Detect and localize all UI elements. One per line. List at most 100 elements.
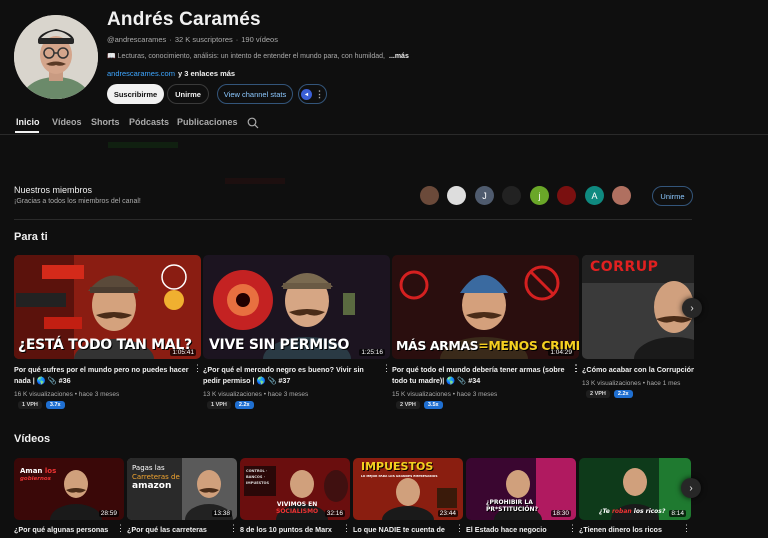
member-avatar[interactable]	[612, 186, 631, 205]
thumb-caption: ¿Te roban los ricos?	[599, 508, 665, 515]
vph-badges: 2 VPH 3.5x	[396, 401, 443, 409]
video-duration: 18:30	[550, 510, 571, 517]
para-ti-title: Para ti	[14, 231, 48, 243]
video-thumbnail[interactable]: CONTROL · BANCOS · IMPUESTOS VIVIMOS EN S…	[240, 458, 350, 520]
tab-shorts[interactable]: Shorts	[91, 117, 120, 127]
thumb-caption: VIVE SIN PERMISO	[209, 337, 350, 353]
member-avatar[interactable]: j	[530, 186, 549, 205]
description-text: 📖 Lecturas, conocimiento, análisis: un i…	[107, 53, 385, 60]
tab-podcasts[interactable]: Pódcasts	[129, 117, 169, 127]
tab-inicio[interactable]: Inicio	[16, 117, 40, 127]
video-thumbnail[interactable]: ¿PROHIBIR LA PR*STITUCIÓN? 18:30	[466, 458, 576, 520]
thumb-caption: CONTROL · BANCOS · IMPUESTOS	[246, 469, 269, 485]
website-link[interactable]: andrescarames.com	[107, 69, 175, 78]
search-icon[interactable]	[247, 116, 259, 129]
member-avatar[interactable]: J	[475, 186, 494, 205]
multiplier-badge: 2.2x	[613, 390, 633, 398]
video-title[interactable]: 8 de los 10 puntos de Marx	[240, 525, 344, 536]
video-card[interactable]: ¿Te roban los ricos? 8:14 ¿Tienen dinero…	[579, 458, 691, 538]
more-links[interactable]: y 3 enlaces más	[178, 69, 235, 78]
thumb-caption: Aman los gobiernos	[20, 468, 56, 483]
member-avatar[interactable]: A	[585, 186, 604, 205]
video-title[interactable]: El Estado hace negocio	[466, 525, 570, 536]
next-arrow-button[interactable]: ›	[682, 298, 702, 318]
video-age: hace 3 meses	[456, 391, 498, 398]
channel-handle: @andrescarames	[107, 35, 167, 44]
video-thumbnail[interactable]: CORRUP	[582, 255, 694, 359]
channel-stats-button[interactable]: View channel stats	[217, 84, 293, 104]
view-count: 16 K visualizaciones	[14, 391, 73, 398]
channel-description[interactable]: 📖 Lecturas, conocimiento, análisis: un i…	[107, 52, 409, 60]
more-options-icon[interactable]: ⋮	[193, 363, 202, 374]
video-card[interactable]: Aman los gobiernos 28:59 ¿Por qué algunas…	[14, 458, 124, 538]
video-duration: 1:05:41	[170, 349, 196, 356]
video-title[interactable]: ¿Tienen dinero los ricos	[579, 525, 683, 536]
more-options-icon[interactable]: ⋮	[116, 523, 125, 534]
next-arrow-button[interactable]: ›	[681, 478, 701, 498]
multiplier-badge: 3.7x	[45, 401, 65, 409]
video-thumbnail[interactable]: Aman los gobiernos 28:59	[14, 458, 124, 520]
video-card[interactable]: CONTROL · BANCOS · IMPUESTOS VIVIMOS EN S…	[240, 458, 350, 538]
thumb-caption-b: los	[44, 467, 57, 475]
more-options-icon[interactable]: ⋮	[572, 363, 581, 374]
subscribe-button[interactable]: Suscribirme	[107, 84, 164, 104]
join-button[interactable]: Unirme	[167, 84, 209, 104]
video-card[interactable]: IMPUESTOS LO MEJOR PARA LOS GRANDES EMPR…	[353, 458, 463, 538]
join-members-button[interactable]: Unirme	[652, 186, 693, 206]
more-options-icon[interactable]: ⋮	[382, 363, 391, 374]
members-divider	[14, 219, 692, 220]
member-avatar[interactable]	[420, 186, 439, 205]
more-options-icon[interactable]: ⋮	[455, 523, 464, 534]
video-thumbnail[interactable]: ¿Te roban los ricos? 8:14	[579, 458, 691, 520]
video-title[interactable]: ¿Por qué algunas personas	[14, 525, 118, 536]
member-avatar[interactable]	[502, 186, 521, 205]
more-options-icon[interactable]: ⋮	[229, 523, 238, 534]
thumb-caption-a: ¿Te	[599, 508, 610, 515]
subscriber-count: 32 K suscriptores	[174, 35, 233, 44]
more-options-icon[interactable]: ⋮	[568, 523, 577, 534]
video-title[interactable]: Por qué todo el mundo debería tener arma…	[392, 365, 567, 386]
thumb-caption: VIVIMOS EN SOCIALISMO	[276, 501, 319, 515]
extension-button[interactable]: ◂ ⋮	[298, 84, 327, 104]
video-card[interactable]: ¿PROHIBIR LA PR*STITUCIÓN? 18:30 El Estad…	[466, 458, 576, 538]
video-duration: 1:04:29	[548, 349, 574, 356]
multiplier-badge: 3.5x	[423, 401, 443, 409]
thumb-caption-a: Pagas las	[132, 464, 165, 472]
chevron-right-icon: ›	[689, 482, 693, 494]
video-title[interactable]: ¿Por qué el mercado negro es bueno? Vivi…	[203, 365, 378, 386]
video-thumbnail[interactable]: VIVE SIN PERMISO 1:25:16	[203, 255, 390, 359]
active-tab-indicator	[15, 131, 39, 133]
vph-badge: 1 VPH	[207, 401, 231, 409]
tab-videos[interactable]: Vídeos	[52, 117, 82, 127]
thumb-caption-c: los ricos?	[633, 508, 666, 515]
video-duration: 13:38	[211, 510, 232, 517]
video-thumbnail[interactable]: ¿ESTÁ TODO TAN MAL? 1:05:41	[14, 255, 201, 359]
video-stats: 16 K visualizaciones • hace 3 meses	[14, 391, 120, 398]
thumb-caption: IMPUESTOS	[361, 460, 434, 473]
more-options-icon[interactable]: ⋮	[682, 523, 691, 534]
tab-publicaciones[interactable]: Publicaciones	[177, 117, 238, 127]
video-card[interactable]: Pagas las Carreteras de amazon 13:38 ¿Por …	[127, 458, 237, 538]
video-title[interactable]: Lo que NADIE te cuenta de	[353, 525, 457, 536]
video-card[interactable]: CORRUP ¿Cómo acabar con la Corrupción? 1…	[582, 255, 694, 415]
member-avatar[interactable]	[557, 186, 576, 205]
multiplier-badge: 2.2x	[234, 401, 254, 409]
video-title[interactable]: Por qué sufres por el mundo pero no pued…	[14, 365, 189, 386]
thumb-caption-a: Aman	[20, 467, 43, 475]
thumb-caption-b: SOCIALISMO	[276, 507, 319, 515]
member-avatar[interactable]	[447, 186, 466, 205]
video-title[interactable]: ¿Cómo acabar con la Corrupción?	[582, 365, 694, 376]
video-title[interactable]: ¿Por qué las carreteras	[127, 525, 231, 536]
thumb-caption: LO MEJOR PARA LOS GRANDES EMPRESARIOS	[361, 474, 438, 478]
view-count: 13 K visualizaciones	[203, 391, 262, 398]
video-thumbnail[interactable]: Pagas las Carreteras de amazon 13:38	[127, 458, 237, 520]
video-duration: 28:59	[98, 510, 119, 517]
video-stats: 13 K visualizaciones • hace 1 mes	[582, 380, 681, 387]
video-thumbnail[interactable]: MÁS ARMAS=MENOS CRIMEN 1:04:29	[392, 255, 579, 359]
thumb-caption-b: Carreteras de	[132, 473, 180, 481]
vph-badge: 1 VPH	[18, 401, 42, 409]
more-options-icon[interactable]: ⋮	[342, 523, 351, 534]
thumb-caption-c: gobiernos	[20, 476, 51, 482]
video-thumbnail[interactable]: IMPUESTOS LO MEJOR PARA LOS GRANDES EMPR…	[353, 458, 463, 520]
more-link[interactable]: ...más	[389, 53, 409, 60]
